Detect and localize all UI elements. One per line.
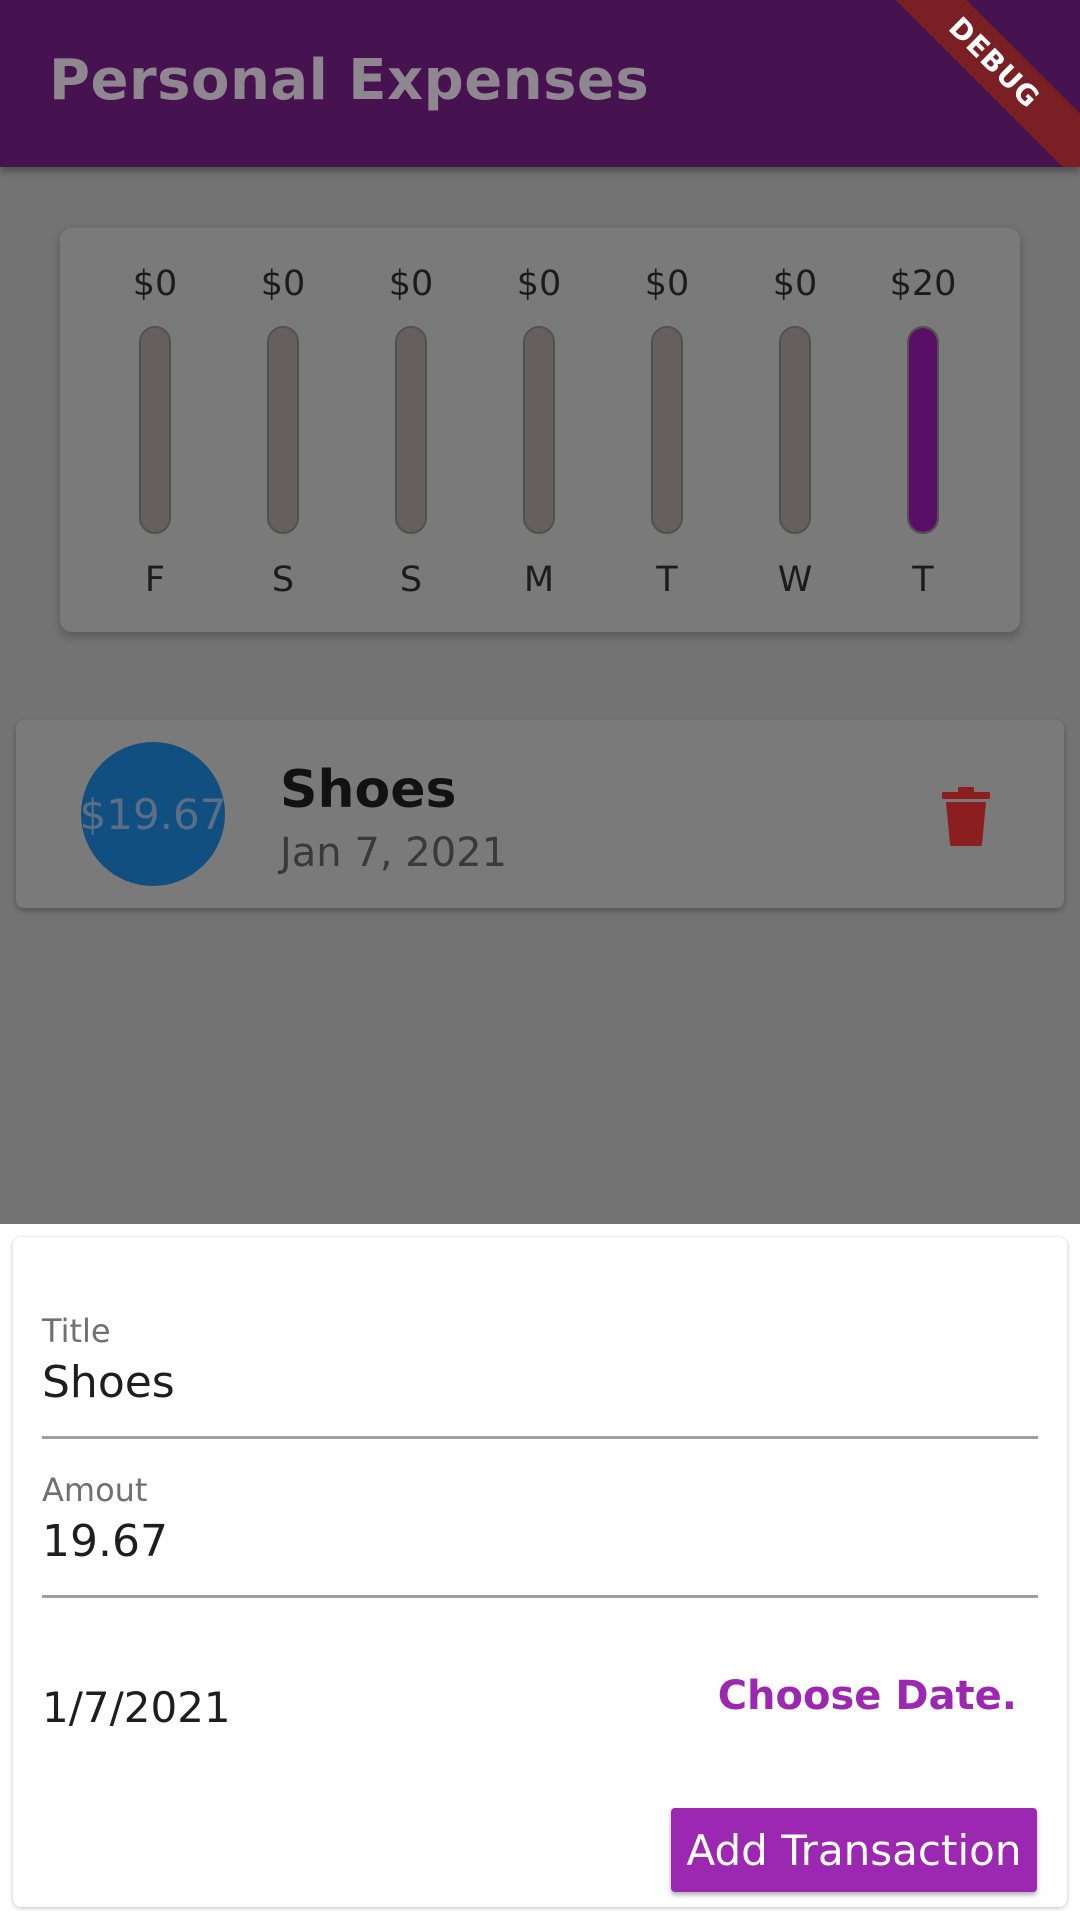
chart-bar-amount: $0: [644, 264, 690, 304]
chart-bar-column: $0 S: [219, 228, 347, 632]
chart-bar-column: $0 F: [91, 228, 219, 632]
chart-day-label: W: [777, 560, 813, 600]
chart-day-label: T: [912, 560, 934, 600]
chart-bar-column: $0 M: [475, 228, 603, 632]
chart-day-label: F: [144, 560, 166, 600]
chart-bar-track: [779, 326, 811, 534]
trash-icon-graphic: [942, 787, 990, 846]
amount-field-label: Amout: [42, 1471, 148, 1509]
chart-bar-amount: $0: [260, 264, 306, 304]
chart-bar-track: [523, 326, 555, 534]
chart-bar-amount: $20: [889, 264, 957, 304]
chart-bar-amount: $0: [388, 264, 434, 304]
chart-bar-track: [395, 326, 427, 534]
chart-bar-amount: $0: [132, 264, 178, 304]
app-title: Personal Expenses: [49, 48, 650, 113]
title-input[interactable]: [42, 1352, 1038, 1412]
chart-bar-column: $0 W: [731, 228, 859, 632]
chart-bar-fill: [909, 328, 937, 532]
title-field-underline: [42, 1436, 1038, 1439]
chart-bar-track: [267, 326, 299, 534]
chart-day-label: T: [656, 560, 678, 600]
trash-icon[interactable]: [936, 786, 996, 846]
amount-field-underline: [42, 1595, 1038, 1598]
chart-bar-track: [907, 326, 939, 534]
transaction-date: Jan 7, 2021: [280, 830, 508, 876]
transaction-amount: $19.67: [79, 789, 227, 839]
chart-bar-amount: $0: [772, 264, 818, 304]
choose-date-button[interactable]: Choose Date.: [718, 1673, 1017, 1719]
transaction-title: Shoes: [280, 760, 457, 820]
amount-input[interactable]: [42, 1511, 1038, 1571]
chart-day-label: M: [523, 560, 555, 600]
new-transaction-form: Title Amout 1/7/2021 Choose Date. Add Tr…: [13, 1237, 1067, 1907]
transaction-item: $19.67 Shoes Jan 7, 2021: [16, 720, 1064, 908]
selected-date: 1/7/2021: [42, 1683, 231, 1732]
chart-bar-track: [139, 326, 171, 534]
weekly-chart: $0 F $0 S $0 S $0 M $0 T $0 W $20 T: [60, 228, 1020, 632]
add-transaction-button[interactable]: Add Transaction: [671, 1808, 1037, 1892]
transaction-amount-avatar: $19.67: [79, 742, 227, 886]
chart-bar-column: $0 S: [347, 228, 475, 632]
title-field-label: Title: [42, 1312, 111, 1350]
chart-bar-column: $0 T: [603, 228, 731, 632]
chart-bar-amount: $0: [516, 264, 562, 304]
app-bar: Personal Expenses DEBUG: [0, 0, 1080, 167]
chart-day-label: S: [399, 560, 423, 600]
new-transaction-sheet: Title Amout 1/7/2021 Choose Date. Add Tr…: [0, 1224, 1080, 1920]
chart-bar-track: [651, 326, 683, 534]
chart-bar-column: $20 T: [859, 228, 987, 632]
debug-banner: DEBUG: [870, 0, 1080, 167]
chart-day-label: S: [271, 560, 295, 600]
